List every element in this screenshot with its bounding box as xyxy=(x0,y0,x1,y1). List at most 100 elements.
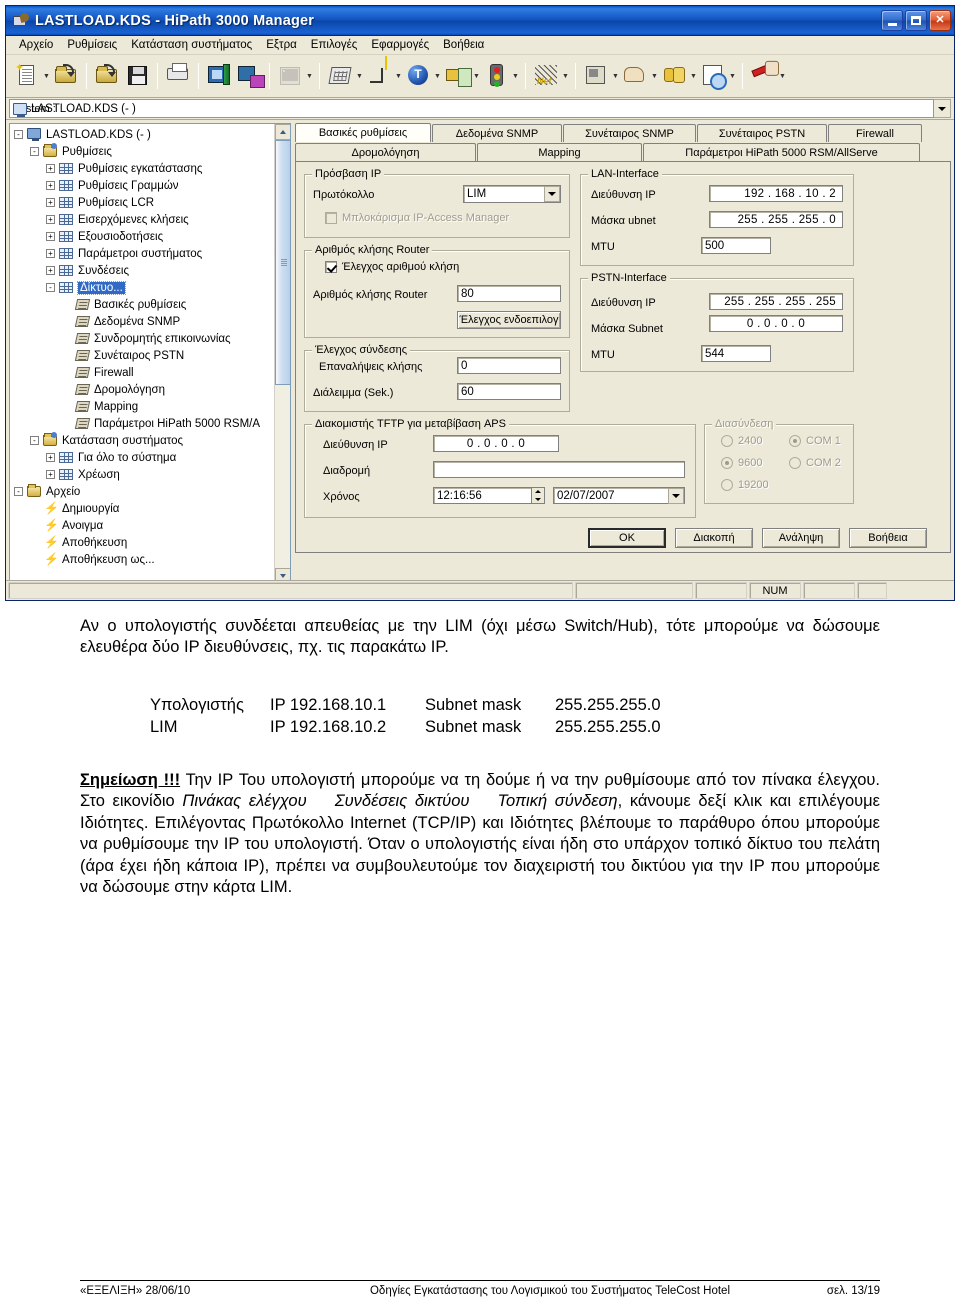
tftp-ip-input[interactable]: 0 . 0 . 0 . 0 xyxy=(433,435,559,452)
tree-item[interactable]: + Ρυθμίσεις Γραμμών xyxy=(12,177,290,194)
tree-item[interactable]: - Αρχείο xyxy=(12,483,290,500)
lan-ip-input[interactable]: 192 . 168 . 10 . 2 xyxy=(709,185,843,202)
tree-item[interactable]: + Για όλο το σύστημα xyxy=(12,449,290,466)
open-folder-icon[interactable] xyxy=(52,62,80,90)
tab-primary-4[interactable]: Firewall xyxy=(828,124,922,142)
expand-toggle-icon[interactable]: + xyxy=(46,181,55,190)
toolbar-tree[interactable]: ▼ xyxy=(364,62,403,90)
lan-mask-input[interactable]: 255 . 255 . 255 . 0 xyxy=(709,211,843,228)
expand-toggle-icon[interactable]: + xyxy=(46,249,55,258)
toolbar-globe[interactable]: ▼ xyxy=(403,62,442,90)
tree-item[interactable]: Mapping xyxy=(12,398,290,415)
menu-item-system-status[interactable]: Κατάσταση συστήματος xyxy=(124,38,259,52)
tree-item[interactable]: - Ρυθμίσεις xyxy=(12,143,290,160)
tree-item[interactable]: ⚡ Δημιουργία xyxy=(12,500,290,517)
minimize-button[interactable] xyxy=(881,10,903,31)
toolbar-traffic[interactable]: ▼ xyxy=(481,62,520,90)
tree-vertical-scrollbar[interactable] xyxy=(274,124,290,584)
collapse-toggle-icon[interactable]: - xyxy=(30,147,39,156)
tree-item[interactable]: + Συνδέσεις xyxy=(12,262,290,279)
coins-dropdown-arrow[interactable]: ▼ xyxy=(689,73,698,80)
tree-item[interactable]: Παράμετροι HiPath 5000 RSM/A xyxy=(12,415,290,432)
tab-primary-3[interactable]: Συνέταιρος PSTN xyxy=(697,124,827,142)
tree-item[interactable]: Συνδρομητής επικοινωνίας xyxy=(12,330,290,347)
new-dropdown-arrow[interactable]: ▼ xyxy=(42,73,51,80)
toolbar-tag[interactable]: ▼ xyxy=(442,62,481,90)
tree-item[interactable]: + Ρυθμίσεις εγκατάστασης xyxy=(12,160,290,177)
tree-item[interactable]: Βασικές ρυθμίσεις xyxy=(12,296,290,313)
tab-primary-1[interactable]: Δεδομένα SNMP xyxy=(432,124,562,142)
vertical-scroll-thumb[interactable] xyxy=(275,140,290,385)
tftp-path-input[interactable] xyxy=(433,461,685,478)
expand-toggle-icon[interactable]: + xyxy=(46,266,55,275)
toolbar-pen[interactable]: ▼ xyxy=(748,62,787,90)
toolbar-keypad[interactable]: ▼ xyxy=(325,62,364,90)
tab-secondary-1[interactable]: Mapping xyxy=(477,143,642,161)
expand-toggle-icon[interactable]: + xyxy=(46,470,55,479)
system-combo[interactable]: LASTLOAD.KDS (- ) xyxy=(9,99,934,118)
report-dropdown-arrow[interactable]: ▼ xyxy=(728,73,737,80)
collapse-toggle-icon[interactable]: - xyxy=(14,487,23,496)
status-resize-grip[interactable] xyxy=(857,582,887,599)
tree-item[interactable]: ⚡ Αποθήκευση xyxy=(12,534,290,551)
timeout-input[interactable]: 60 xyxy=(457,383,561,400)
box-dropdown-arrow[interactable]: ▼ xyxy=(611,73,620,80)
globe-dropdown-arrow[interactable]: ▼ xyxy=(433,73,442,80)
toolbar-coins[interactable]: ▼ xyxy=(659,62,698,90)
ok-button[interactable]: OK xyxy=(588,528,666,548)
expand-toggle-icon[interactable]: + xyxy=(46,164,55,173)
undo-button[interactable]: Ανάληψη xyxy=(762,528,840,548)
scroll-up-button[interactable] xyxy=(275,124,290,140)
tab-secondary-0[interactable]: Δρομολόγηση xyxy=(295,143,476,161)
menu-item-settings[interactable]: Ρυθμίσεις xyxy=(60,38,124,52)
menu-item-applications[interactable]: Εφαρμογές xyxy=(364,38,436,52)
read-from-system-icon[interactable] xyxy=(205,62,233,90)
date-dropdown-button[interactable] xyxy=(668,487,684,504)
tree-item[interactable]: + Ρυθμίσεις LCR xyxy=(12,194,290,211)
protocol-dropdown-button[interactable] xyxy=(544,186,560,202)
help-button[interactable]: Βοήθεια xyxy=(849,528,927,548)
time-spinner[interactable] xyxy=(531,487,545,504)
tftp-date-combo[interactable]: 02/07/2007 xyxy=(553,487,685,504)
tree-item[interactable]: Firewall xyxy=(12,364,290,381)
tree-item[interactable]: - LASTLOAD.KDS (- ) xyxy=(12,126,290,143)
tag-dropdown-arrow[interactable]: ▼ xyxy=(472,73,481,80)
traffic-dropdown-arrow[interactable]: ▼ xyxy=(511,73,520,80)
collapse-toggle-icon[interactable]: - xyxy=(30,436,39,445)
tree-item[interactable]: Δεδομένα SNMP xyxy=(12,313,290,330)
expand-toggle-icon[interactable]: + xyxy=(46,198,55,207)
expand-toggle-icon[interactable]: + xyxy=(46,453,55,462)
tab-primary-2[interactable]: Συνέταιρος SNMP xyxy=(563,124,696,142)
menu-item-help[interactable]: Βοήθεια xyxy=(436,38,491,52)
toolbar-new[interactable]: ✦ ▼ xyxy=(12,62,51,90)
check-dial-number-checkbox[interactable]: Έλεγχος αριθμού κλήση xyxy=(325,261,459,273)
menu-item-options[interactable]: Επιλογές xyxy=(304,38,365,52)
cancel-button[interactable]: Διακοπή xyxy=(675,528,753,548)
toolbar-box[interactable]: ▼ xyxy=(581,62,620,90)
tree-item[interactable]: ⚡ Ανοιγμα xyxy=(12,517,290,534)
retries-input[interactable]: 0 xyxy=(457,357,561,374)
hand-dropdown-arrow[interactable]: ▼ xyxy=(650,73,659,80)
protocol-combo[interactable]: LIM xyxy=(463,185,561,203)
tree-dropdown-arrow[interactable]: ▼ xyxy=(394,73,403,80)
pstn-mtu-input[interactable]: 544 xyxy=(701,345,771,362)
tree-item[interactable]: - Κατάσταση συστήματος xyxy=(12,432,290,449)
print-icon[interactable] xyxy=(164,62,192,90)
load-folder-icon[interactable] xyxy=(93,62,121,90)
tree-item[interactable]: Συνέταιρος PSTN xyxy=(12,347,290,364)
toolbar-net[interactable]: ▼ xyxy=(531,62,570,90)
maximize-button[interactable] xyxy=(905,10,927,31)
collapse-toggle-icon[interactable]: - xyxy=(14,130,23,139)
tree-item[interactable]: ⚡ Αποθήκευση ως... xyxy=(12,551,290,568)
save-disk-icon[interactable] xyxy=(123,62,151,90)
tree-item[interactable]: + Εξουσιοδοτήσεις xyxy=(12,228,290,245)
keypad-dropdown-arrow[interactable]: ▼ xyxy=(355,73,364,80)
menu-item-file[interactable]: Αρχείο xyxy=(12,38,60,52)
time-spin-up[interactable] xyxy=(532,488,544,496)
tab-primary-0[interactable]: Βασικές ρυθμίσεις xyxy=(295,123,431,142)
tree-item[interactable]: + Παράμετροι συστήματος xyxy=(12,245,290,262)
router-number-input[interactable]: 80 xyxy=(457,285,561,302)
tree-item[interactable]: + Εισερχόμενες κλήσεις xyxy=(12,211,290,228)
toolbar-hand[interactable]: ▼ xyxy=(620,62,659,90)
lan-mtu-input[interactable]: 500 xyxy=(701,237,771,254)
